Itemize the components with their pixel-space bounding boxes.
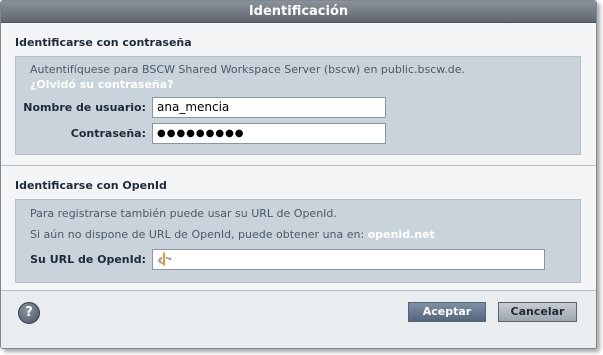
- openid-net-link[interactable]: openid.net: [368, 228, 435, 241]
- dialog-title: Identificación: [1, 1, 596, 23]
- username-field[interactable]: ana_mencia: [152, 97, 386, 118]
- section-divider: [1, 165, 596, 166]
- auth-info-text: Autentifíquese para BSCW Shared Workspac…: [30, 63, 466, 76]
- accept-button[interactable]: Aceptar: [408, 302, 486, 322]
- password-label: Contraseña:: [70, 127, 146, 140]
- username-label: Nombre de usuario:: [23, 101, 146, 114]
- openid-url-label: Su URL de OpenId:: [30, 253, 146, 266]
- password-field[interactable]: ●●●●●●●●●: [152, 123, 386, 144]
- openid-panel: Para registrarse también puede usar su U…: [15, 199, 581, 283]
- openid-section: Identificarse con OpenId Para registrars…: [1, 173, 596, 289]
- password-section-title: Identificarse con contraseña: [15, 36, 192, 49]
- forgot-password-link[interactable]: ¿Olvidó su contraseña?: [30, 78, 174, 91]
- password-section: Identificarse con contraseña Autentifíqu…: [1, 24, 596, 161]
- dialog-footer: ? Aceptar Cancelar: [1, 291, 596, 348]
- openid-section-title: Identificarse con OpenId: [15, 179, 167, 192]
- cancel-button[interactable]: Cancelar: [498, 302, 577, 322]
- password-panel: Autentifíquese para BSCW Shared Workspac…: [15, 56, 581, 155]
- openid-provider-text: Si aún no dispone de URL de OpenId, pued…: [30, 228, 435, 241]
- openid-info-text: Para registrarse también puede usar su U…: [30, 207, 337, 220]
- help-icon[interactable]: ?: [18, 302, 40, 324]
- openid-url-field[interactable]: [152, 249, 545, 270]
- login-dialog: Identificación Identificarse con contras…: [0, 0, 597, 349]
- openid-provider-prefix: Si aún no dispone de URL de OpenId, pued…: [30, 228, 365, 241]
- openid-icon: [158, 252, 172, 266]
